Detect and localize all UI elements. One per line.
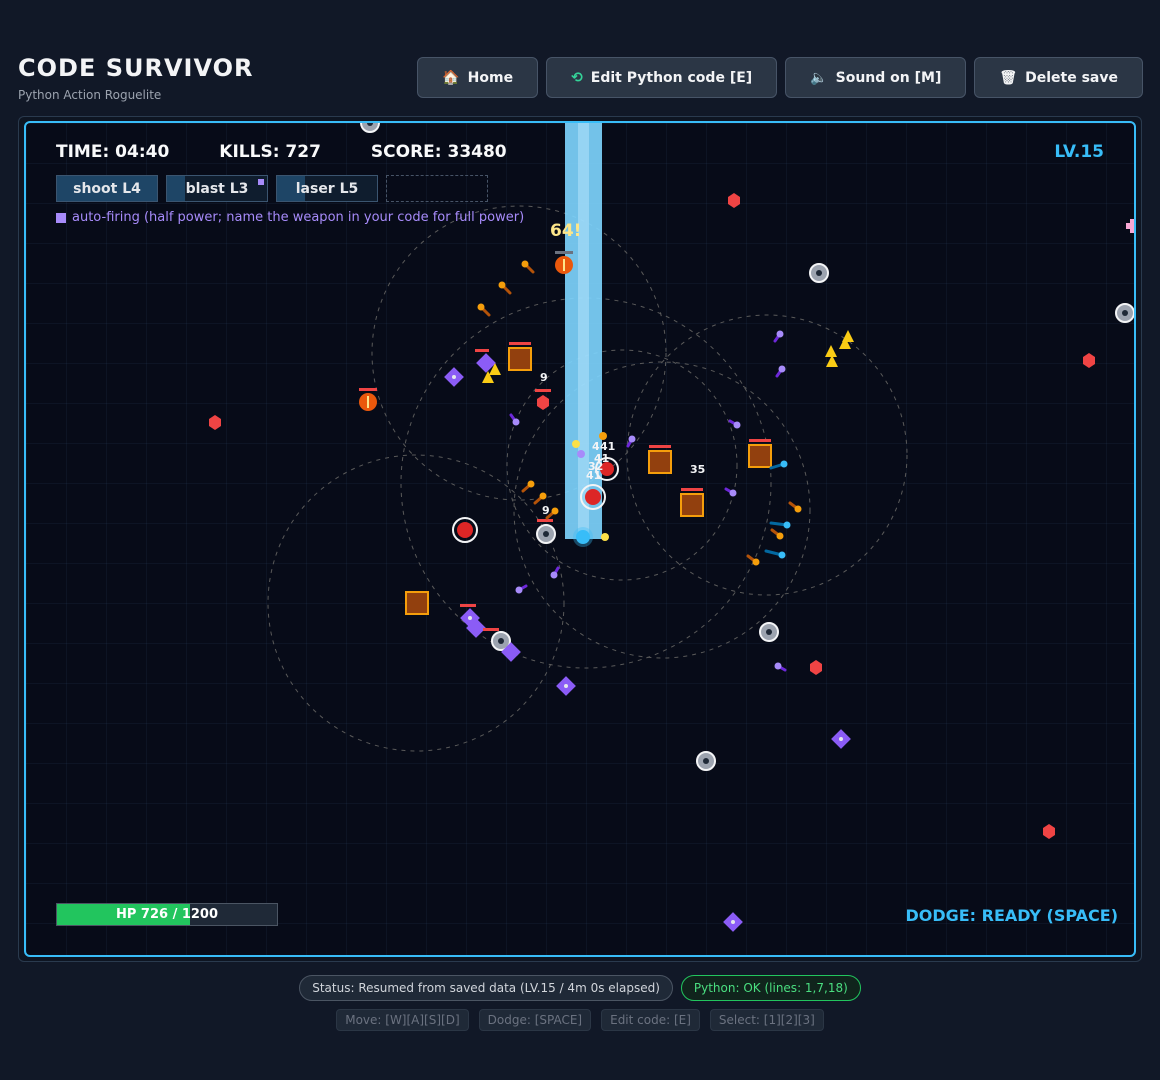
hp-bar: HP 726 / 1200: [56, 903, 278, 926]
sound-button-label: Sound on [M]: [835, 69, 942, 86]
game-canvas[interactable]: 64! 9 9 35 4 41 41 32 41 TIME: 04:40 KIL…: [24, 121, 1136, 957]
damage-number: 9: [542, 504, 550, 517]
bomb-enemy: [555, 256, 573, 274]
trash-icon: 🗑: [999, 69, 1018, 86]
key-hint-move: Move: [W][A][S][D]: [336, 1009, 469, 1031]
speaker-icon: 🔈: [810, 69, 828, 86]
keybind-hints: Move: [W][A][S][D] Dodge: [SPACE] Edit c…: [0, 1009, 1160, 1031]
kills-readout: KILLS: 727: [219, 142, 321, 162]
key-hint-select: Select: [1][2][3]: [709, 1009, 824, 1031]
weapon-slot-label: blast L3: [185, 180, 249, 197]
home-button-label: Home: [467, 69, 514, 86]
weapon-charge: [167, 176, 185, 201]
edit-code-button[interactable]: ⟲ Edit Python code [E]: [546, 57, 778, 98]
damage-number: 9: [540, 371, 548, 384]
bomb-enemy: [359, 393, 377, 411]
hp-text: HP 726 / 1200: [115, 907, 219, 922]
sound-button[interactable]: 🔈 Sound on [M]: [785, 57, 967, 98]
edit-code-button-label: Edit Python code [E]: [590, 69, 753, 86]
game-frame: 64! 9 9 35 4 41 41 32 41 TIME: 04:40 KIL…: [18, 116, 1142, 962]
toolbar: 🏠 Home ⟲ Edit Python code [E] 🔈 Sound on…: [417, 57, 1143, 98]
auto-fire-icon: [56, 212, 66, 223]
delete-save-button-label: Delete save: [1025, 69, 1118, 86]
hexagon-enemy: [810, 660, 822, 675]
core-enemy: [452, 517, 478, 543]
weapon-slot-label: shoot L4: [73, 180, 141, 197]
weapon-slot-shoot[interactable]: shoot L4: [56, 175, 158, 202]
pickup-icon: [1126, 219, 1134, 233]
game-scene: 64! 9 9 35 4 41 41 32 41: [209, 123, 1134, 932]
python-status-pill: Python: OK (lines: 1,7,18): [680, 975, 861, 1001]
hexagon-enemy: [209, 415, 221, 430]
box-enemy: [748, 444, 772, 468]
score-readout: SCORE: 33480: [370, 142, 507, 162]
key-hint-dodge: Dodge: [SPACE]: [478, 1009, 592, 1031]
game-title: CODE SURVIVOR: [18, 54, 254, 82]
game-subtitle: Python Action Roguelite: [18, 88, 162, 102]
delete-save-button[interactable]: 🗑 Delete save: [974, 57, 1143, 98]
weapon-slot-laser[interactable]: laser L5: [276, 175, 378, 202]
refresh-icon: ⟲: [571, 69, 583, 86]
box-enemy: [648, 450, 672, 474]
weapon-slot-label: laser L5: [295, 180, 359, 197]
ring-drone: [759, 622, 779, 642]
status-row: Status: Resumed from saved data (LV.15 /…: [0, 975, 1160, 1001]
autofire-note-text: auto-firing (half power; name the weapon…: [72, 210, 525, 225]
hud-stats: TIME: 04:40 KILLS: 727 SCORE: 33480: [56, 142, 507, 162]
hexagon-enemy: [1043, 824, 1055, 839]
level-readout: LV.15: [1054, 142, 1104, 162]
autofire-note: auto-firing (half power; name the weapon…: [56, 210, 524, 225]
ring-drone: [360, 123, 380, 133]
ring-drone: [536, 524, 556, 544]
header: CODE SURVIVOR Python Action Roguelite: [18, 54, 253, 102]
player: [573, 527, 593, 547]
key-hint-edit: Edit code: [E]: [601, 1009, 700, 1031]
dodge-status: DODGE: READY (SPACE): [905, 906, 1118, 925]
box-enemy: [680, 493, 704, 517]
ring-drone: [1115, 303, 1134, 323]
hexagon-enemy: [1083, 353, 1095, 368]
bomb-enemies: [359, 256, 573, 411]
hexagon-enemy: [728, 193, 740, 208]
box-enemy: [405, 591, 429, 615]
box-enemy: [508, 347, 532, 371]
auto-fire-icon: [258, 179, 264, 185]
home-icon: 🏠: [442, 69, 460, 86]
damage-number: 41: [586, 469, 601, 482]
damage-number: 64!: [550, 221, 581, 241]
hexagon-enemy: [537, 395, 549, 410]
damage-number: 35: [690, 463, 705, 476]
home-button[interactable]: 🏠 Home: [417, 57, 539, 98]
status-pill: Status: Resumed from saved data (LV.15 /…: [299, 975, 673, 1001]
range-ring: [513, 361, 811, 659]
weapon-slot-empty[interactable]: [386, 175, 488, 202]
ring-drone: [809, 263, 829, 283]
time-readout: TIME: 04:40: [56, 142, 170, 162]
weapon-slots: shoot L4 blast L3 laser L5: [56, 175, 488, 202]
ring-drone: [696, 751, 716, 771]
weapon-slot-blast[interactable]: blast L3: [166, 175, 268, 202]
